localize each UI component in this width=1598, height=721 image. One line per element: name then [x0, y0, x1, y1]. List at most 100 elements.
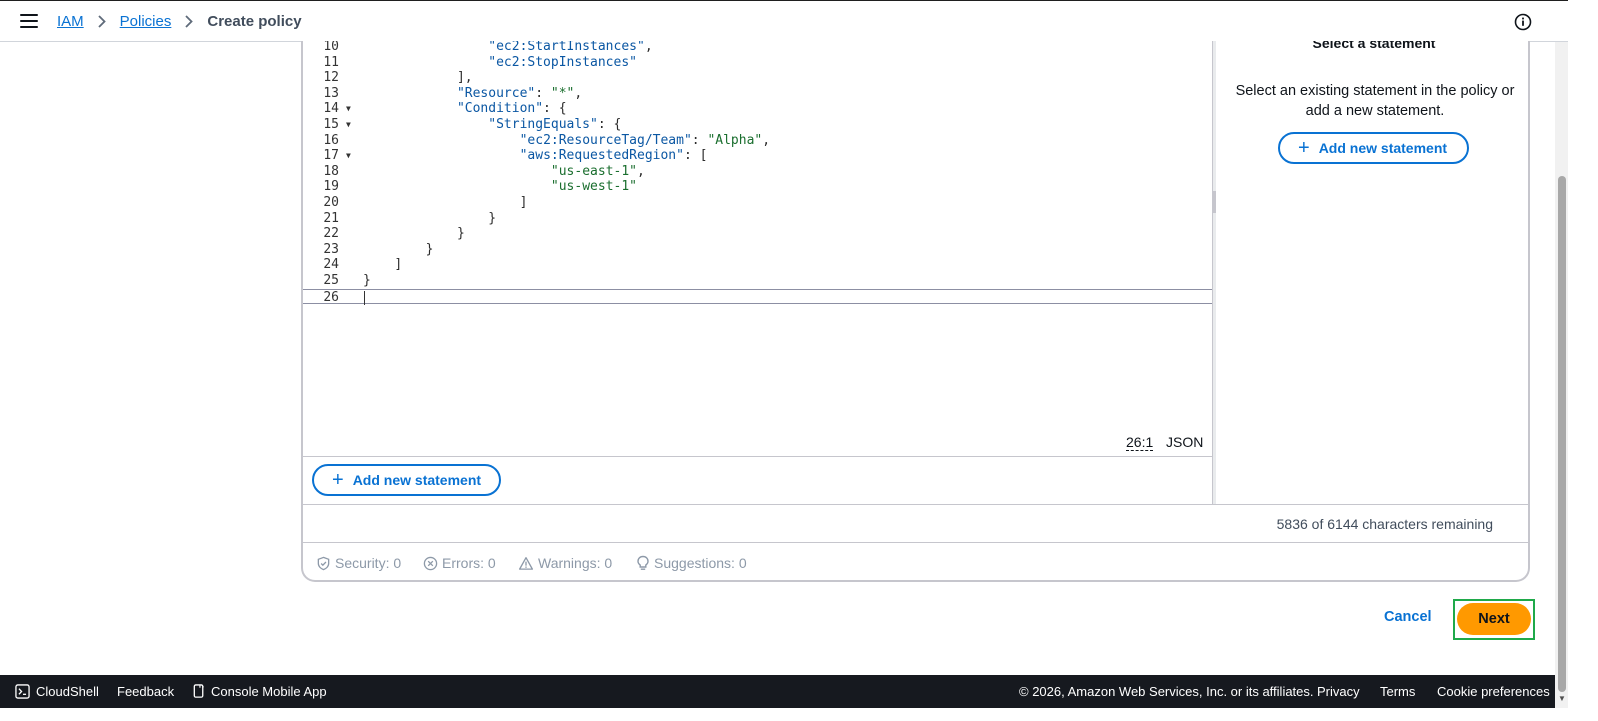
cursor-position[interactable]: 26:1 — [1126, 434, 1154, 451]
terms-link[interactable]: Terms — [1380, 684, 1415, 699]
code-token: : — [535, 85, 551, 101]
code-line[interactable]: 15 ▼ "StringEquals": { — [303, 117, 1212, 133]
code-line[interactable]: 25} — [303, 273, 1212, 289]
code-token: ], — [456, 70, 473, 86]
code-token: ] — [394, 257, 403, 273]
warnings-check-label: Warnings: 0 — [538, 555, 613, 571]
code-line[interactable]: 20] — [303, 195, 1212, 211]
code-token: "aws:RequestedRegion" — [519, 148, 684, 164]
cloudshell-icon — [15, 684, 30, 699]
code-line[interactable]: 23} — [303, 242, 1212, 258]
side-panel-title: Select a statement — [1312, 41, 1436, 51]
breadcrumb-iam[interactable]: IAM — [57, 13, 84, 30]
code-text: "us-east-1", — [551, 164, 645, 180]
code-text: "Resource": "*", — [457, 86, 582, 102]
add-new-statement-button[interactable]: + Add new statement — [312, 464, 501, 496]
chevron-right-icon — [98, 15, 106, 28]
code-text: } — [426, 242, 434, 258]
line-number: 17 — [323, 148, 339, 164]
plus-icon: + — [1298, 137, 1310, 159]
code-token: : { — [597, 117, 622, 132]
fold-toggle-icon[interactable]: ▼ — [346, 148, 351, 164]
line-number: 20 — [323, 195, 339, 210]
breadcrumb-create-policy: Create policy — [207, 13, 302, 30]
scroll-down-arrow-icon[interactable]: ▼ — [1558, 695, 1566, 703]
side-add-new-statement-label: Add new statement — [1318, 140, 1448, 156]
policy-editor-card: 10 "ec2:StartInstances", 11 "ec2:StopInstan… — [301, 41, 1530, 582]
console-mobile-app-link[interactable]: Console Mobile App — [193, 684, 327, 699]
breadcrumb-policies[interactable]: Policies — [120, 13, 172, 30]
line-number: 12 — [323, 70, 339, 86]
side-panel-description: Select an existing statement in the poli… — [1235, 83, 1515, 119]
code-token: , — [762, 132, 771, 148]
json-code-editor[interactable]: 10 "ec2:StartInstances", 11 "ec2:StopInstan… — [303, 41, 1212, 456]
hamburger-menu-icon[interactable] — [20, 14, 38, 28]
cancel-button[interactable]: Cancel — [1384, 609, 1432, 625]
code-text: ] — [520, 195, 528, 211]
warning-triangle-icon — [518, 556, 534, 570]
security-check[interactable]: Security: 0 — [316, 555, 401, 571]
privacy-link[interactable]: Privacy — [1317, 684, 1360, 699]
code-line[interactable]: 19 "us-west-1" — [303, 179, 1212, 195]
suggestions-check[interactable]: Suggestions: 0 — [636, 555, 747, 571]
editor-language: JSON — [1166, 434, 1204, 450]
line-number: 10 — [323, 41, 339, 54]
code-line[interactable]: 17 ▼ "aws:RequestedRegion": [ — [303, 148, 1212, 164]
line-number: 15 — [323, 117, 339, 132]
plus-icon: + — [332, 469, 344, 491]
code-line[interactable]: 12], — [303, 70, 1212, 86]
info-icon[interactable] — [1514, 13, 1532, 31]
next-button[interactable]: Next — [1457, 603, 1531, 635]
code-line[interactable]: 11 "ec2:StopInstances" — [303, 55, 1212, 71]
code-text: "ec2:ResourceTag/Team": "Alpha", — [520, 133, 770, 149]
fold-toggle-icon[interactable]: ▼ — [346, 101, 351, 117]
line-number: 13 — [323, 85, 339, 101]
side-add-new-statement-button[interactable]: + Add new statement — [1278, 132, 1469, 164]
characters-remaining: 5836 of 6144 characters remaining — [1276, 516, 1493, 532]
code-token: , — [644, 41, 653, 54]
scrollbar-thumb[interactable] — [1558, 176, 1566, 692]
feedback-label: Feedback — [117, 684, 175, 699]
code-line[interactable]: 22} — [303, 226, 1212, 242]
code-token: "Alpha" — [707, 132, 763, 148]
code-line[interactable]: 21} — [303, 211, 1212, 227]
code-line[interactable]: 18 "us-east-1", — [303, 164, 1212, 180]
code-token: } — [425, 241, 434, 257]
terms-label: Terms — [1380, 684, 1416, 699]
line-number: 18 — [323, 163, 339, 179]
code-text: "StringEquals": { — [488, 117, 621, 133]
code-token: , — [637, 163, 645, 179]
cookie-preferences-link[interactable]: Cookie preferences — [1437, 684, 1550, 699]
code-text: "Condition": { — [457, 101, 567, 117]
code-token: "ec2:StartInstances" — [488, 41, 645, 54]
code-line[interactable]: 24] — [303, 257, 1212, 273]
code-token: , — [574, 85, 583, 101]
code-line[interactable]: 14 ▼ "Condition": { — [303, 101, 1212, 117]
code-line[interactable]: 16 "ec2:ResourceTag/Team": "Alpha", — [303, 133, 1212, 149]
add-new-statement-label: Add new statement — [352, 472, 482, 488]
code-text: } — [457, 226, 465, 242]
warnings-check[interactable]: Warnings: 0 — [518, 555, 612, 571]
code-token: } — [363, 273, 371, 288]
lightbulb-icon — [637, 555, 649, 570]
line-number: 11 — [323, 54, 339, 70]
fold-toggle-icon[interactable]: ▼ — [346, 117, 351, 133]
code-line-active[interactable]: 26 — [303, 288, 1212, 305]
code-token: "us-east-1" — [550, 163, 637, 179]
code-token: "us-west-1" — [550, 179, 637, 195]
code-line[interactable]: 10 "ec2:StartInstances", — [303, 41, 1212, 55]
shield-icon — [317, 556, 330, 570]
code-line[interactable]: 13 "Resource": "*", — [303, 86, 1212, 102]
line-number: 24 — [323, 257, 339, 273]
code-token: "ec2:ResourceTag/Team" — [519, 132, 692, 148]
policy-checks-row: Security: 0 Errors: 0 Warnings: 0 Sugges… — [303, 543, 1528, 580]
statement-side-panel: Select a statement Select an existing st… — [1216, 41, 1528, 504]
code-text: "us-west-1" — [551, 179, 637, 195]
text-cursor — [364, 290, 365, 305]
feedback-link[interactable]: Feedback — [117, 684, 174, 699]
line-number: 21 — [323, 210, 339, 226]
right-edge — [1568, 0, 1598, 721]
errors-check[interactable]: Errors: 0 — [423, 555, 496, 571]
cloudshell-link[interactable]: CloudShell — [15, 684, 99, 699]
code-text: } — [363, 273, 371, 289]
